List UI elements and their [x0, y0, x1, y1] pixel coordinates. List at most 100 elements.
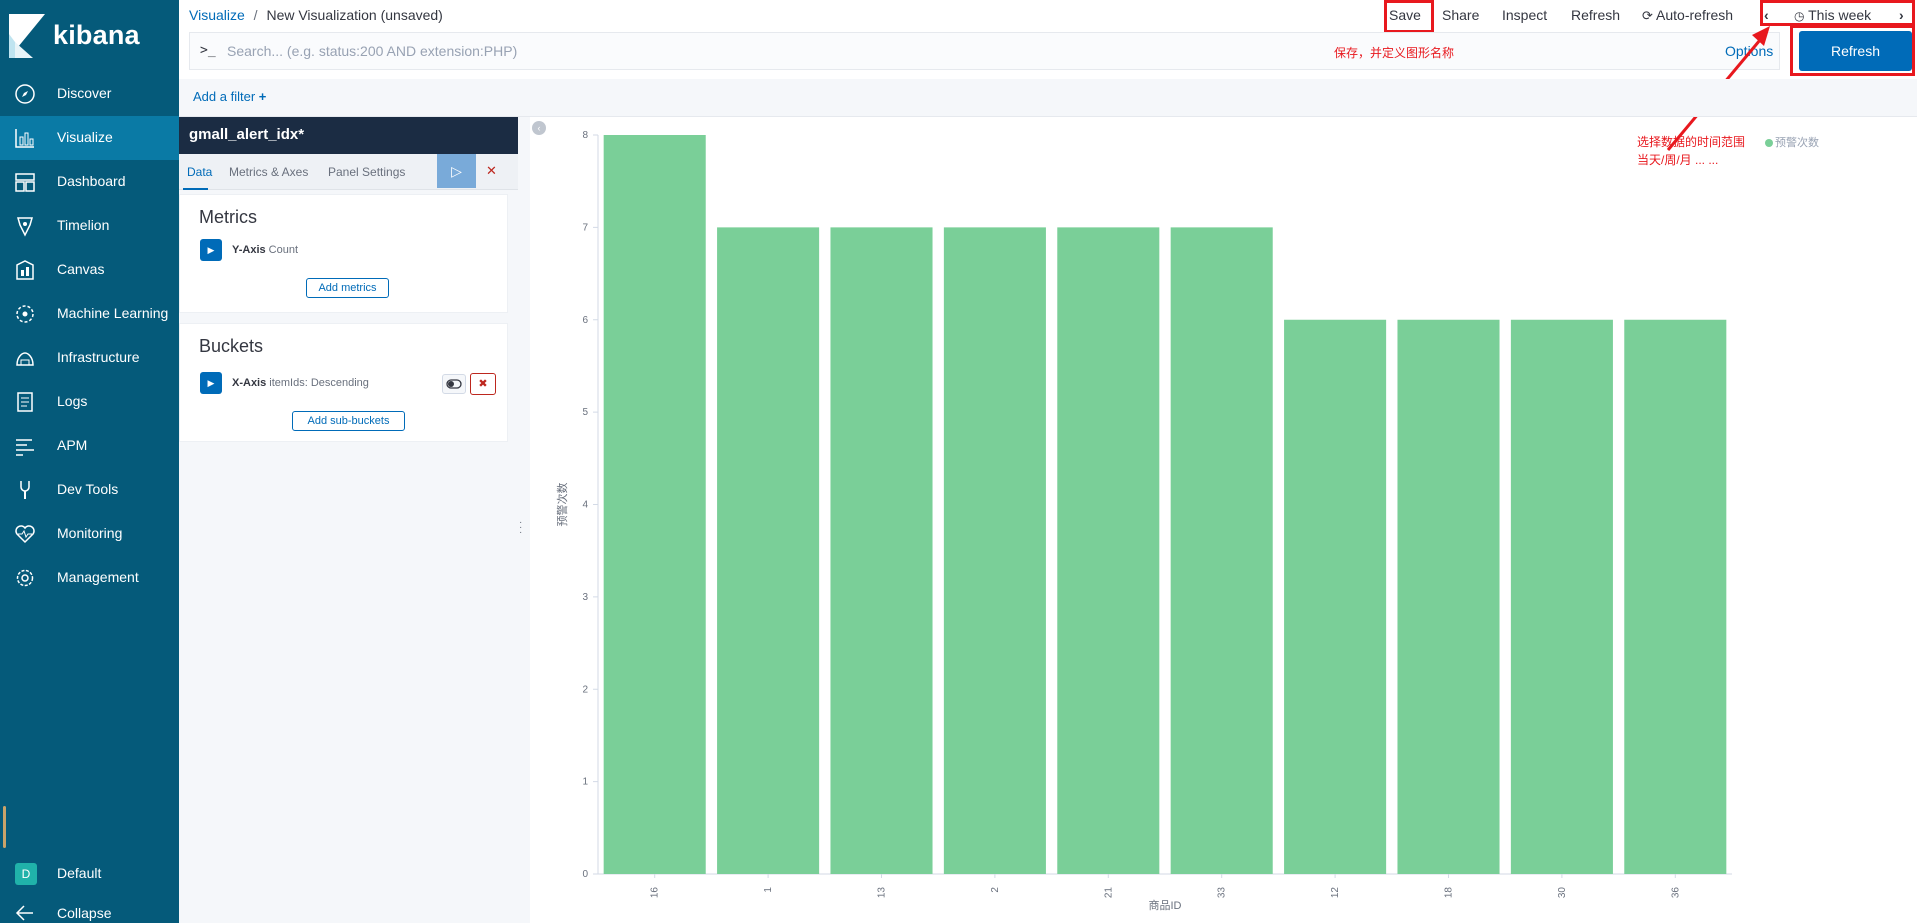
- breadcrumb-visualize-link[interactable]: Visualize: [189, 7, 245, 23]
- bar: [603, 135, 706, 874]
- y-tick-label: 4: [582, 500, 588, 511]
- tab-panel-settings[interactable]: Panel Settings: [328, 165, 405, 179]
- query-bar: >_ Options: [189, 32, 1780, 70]
- remove-aggregation-button[interactable]: ✖: [470, 373, 496, 395]
- buckets-title: Buckets: [199, 336, 264, 356]
- bar: [717, 227, 820, 874]
- refresh-button[interactable]: Refresh: [1799, 31, 1912, 71]
- x-tick-label: 33: [1217, 887, 1228, 899]
- inspect-button[interactable]: Inspect: [1502, 7, 1547, 23]
- compass-icon: [15, 84, 35, 104]
- filter-bar: Add a filter +: [179, 79, 1917, 117]
- apply-changes-button[interactable]: ▷: [437, 154, 476, 188]
- sidebar-item-visualize[interactable]: Visualize: [0, 116, 179, 160]
- timelion-icon: [17, 217, 33, 237]
- x-tick-label: 1: [763, 887, 774, 893]
- add-metrics-button[interactable]: Add metrics: [306, 278, 389, 298]
- sidebar-item-discover[interactable]: Discover: [0, 72, 179, 116]
- add-filter-button[interactable]: Add a filter +: [193, 89, 266, 104]
- tab-data[interactable]: Data: [187, 165, 212, 179]
- scroll-indicator[interactable]: [3, 806, 6, 848]
- sidebar-item-label: Dev Tools: [57, 481, 119, 497]
- space-selector[interactable]: D Default: [0, 852, 179, 896]
- arrow-left-icon: [15, 905, 33, 921]
- sidebar-item-timelion[interactable]: Timelion: [0, 204, 179, 248]
- y-axis-label: Y-Axis: [232, 244, 266, 256]
- brand-name: kibana: [53, 20, 140, 50]
- gear-icon: [16, 569, 34, 587]
- sidebar-item-machine-learning[interactable]: Machine Learning: [0, 292, 179, 336]
- sidebar-item-label: Infrastructure: [57, 349, 140, 365]
- sidebar-item-label: APM: [57, 437, 88, 453]
- x-tick-label: 12: [1330, 887, 1341, 899]
- y-tick-label: 0: [582, 869, 588, 880]
- y-tick-label: 2: [582, 684, 588, 695]
- x-axis-description: itemIds: Descending: [269, 377, 369, 389]
- collapse-button[interactable]: Collapse: [0, 896, 179, 923]
- x-tick-label: 18: [1444, 887, 1455, 899]
- sidebar-item-canvas[interactable]: Canvas: [0, 248, 179, 292]
- x-axis-label: X-Axis: [232, 377, 267, 389]
- sidebar-item-label: Dashboard: [57, 173, 126, 189]
- legend-label: 预警次数: [1775, 137, 1819, 149]
- tab-metrics-axes[interactable]: Metrics & Axes: [229, 165, 308, 179]
- sidebar-item-apm[interactable]: APM: [0, 424, 179, 468]
- toggle-aggregation-button[interactable]: [442, 374, 466, 394]
- y-tick-label: 1: [582, 777, 588, 788]
- x-tick-label: 30: [1557, 887, 1568, 899]
- caret-right-icon: ▶: [207, 378, 215, 388]
- index-pattern-title: gmall_alert_idx*: [179, 117, 518, 154]
- chart-icon: [15, 129, 34, 148]
- metrics-section: Metrics ▶ Y-Axis Count Add metrics: [179, 194, 508, 313]
- sidebar-item-management[interactable]: Management: [0, 556, 179, 600]
- sidebar-item-dashboard[interactable]: Dashboard: [0, 160, 179, 204]
- add-sub-buckets-button[interactable]: Add sub-buckets: [292, 411, 405, 431]
- breadcrumb-current: New Visualization (unsaved): [266, 7, 443, 23]
- bar: [1170, 227, 1273, 874]
- y-tick-label: 3: [582, 592, 588, 603]
- refresh-icon: ⟳: [1642, 8, 1653, 23]
- bar: [943, 227, 1046, 874]
- x-tick-label: 21: [1103, 887, 1114, 899]
- plus-icon: +: [258, 89, 267, 104]
- space-avatar: D: [15, 863, 37, 885]
- bar: [1510, 319, 1613, 874]
- discard-changes-button[interactable]: ✕: [486, 163, 497, 179]
- search-input[interactable]: [227, 34, 1427, 68]
- x-tick-label: 16: [650, 887, 661, 899]
- wrench-icon: [20, 481, 30, 499]
- x-tick-label: 13: [877, 887, 888, 899]
- dashboard-icon: [15, 173, 35, 192]
- annotation-highlight-time: [1760, 0, 1915, 26]
- close-icon: ✖: [478, 378, 488, 390]
- share-button[interactable]: Share: [1442, 7, 1479, 23]
- x-tick-label: 36: [1670, 887, 1681, 899]
- x-axis-agg-label[interactable]: X-Axis itemIds: Descending: [232, 377, 369, 389]
- caret-right-icon: ▶: [207, 245, 215, 255]
- sidebar-item-monitoring[interactable]: Monitoring: [0, 512, 179, 556]
- sidebar-item-infrastructure[interactable]: Infrastructure: [0, 336, 179, 380]
- brand[interactable]: kibana: [0, 0, 179, 72]
- expand-y-axis-button[interactable]: ▶: [200, 239, 222, 261]
- chart-legend[interactable]: 预警次数: [1765, 134, 1819, 150]
- toggle-icon: [446, 379, 462, 389]
- sidebar-item-label: Canvas: [57, 261, 105, 277]
- legend-swatch: [1765, 139, 1773, 148]
- sidebar-item-logs[interactable]: Logs: [0, 380, 179, 424]
- expand-x-axis-button[interactable]: ▶: [200, 372, 222, 394]
- close-icon: ✕: [486, 163, 497, 178]
- sidebar-item-label: Management: [57, 569, 139, 585]
- x-tick-label: 2: [990, 887, 1001, 893]
- play-icon: ▷: [451, 163, 462, 179]
- query-prompt-icon: >_: [200, 43, 216, 58]
- annotation-highlight-save: [1384, 0, 1434, 33]
- annotation-save-note: 保存，并定义图形名称: [1334, 46, 1455, 60]
- sidebar-item-label: Discover: [57, 85, 112, 101]
- logs-icon: [17, 392, 33, 412]
- y-axis-agg-label[interactable]: Y-Axis Count: [232, 244, 298, 256]
- refresh-link[interactable]: Refresh: [1571, 7, 1620, 23]
- active-tab-underline: [183, 188, 208, 190]
- bar: [1624, 319, 1727, 874]
- bar-chart: 01234567816 1 13 2 21 33 12 18 30 36商品ID预警次数: [555, 130, 1732, 912]
- sidebar-item-dev-tools[interactable]: Dev Tools: [0, 468, 179, 512]
